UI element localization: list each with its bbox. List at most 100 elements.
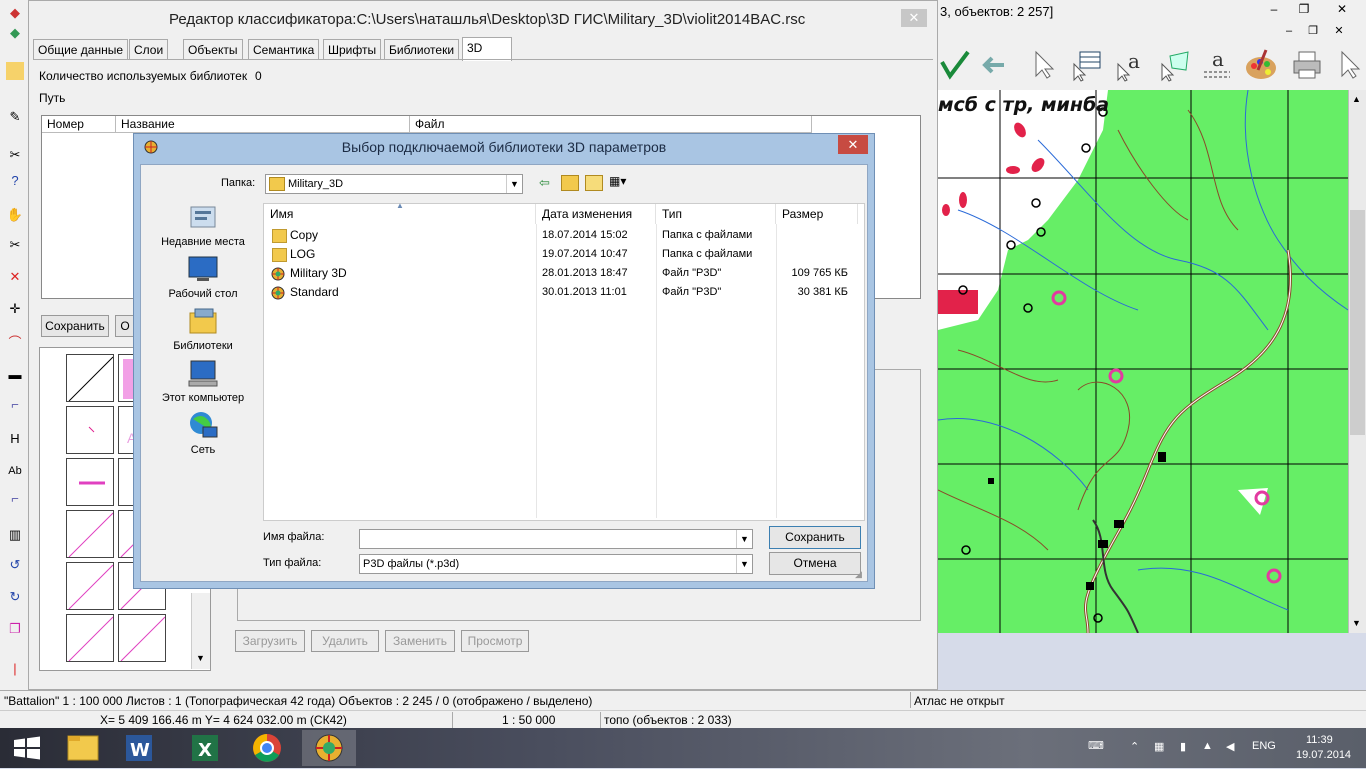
editor-save-button[interactable]: Сохранить [41,315,109,337]
doc-minimize-icon[interactable]: – [1276,22,1302,42]
col-type-header[interactable]: Тип [656,204,776,224]
file-explorer-icon[interactable] [56,730,110,766]
replace-button[interactable]: Заменить [385,630,455,652]
hand-icon[interactable]: ✋ [6,206,24,224]
dialog-close-icon[interactable]: ✕ [838,135,868,154]
volume-icon[interactable]: ◀ [1226,740,1234,753]
scroll-thumb[interactable] [1350,210,1365,435]
gis-app-taskbar-icon[interactable] [302,730,356,766]
layers-icon[interactable]: ❐ [6,620,24,638]
curve-icon[interactable]: ⌒ [6,334,24,352]
col-date-header[interactable]: Дата изменения [536,204,656,224]
sample-cell[interactable] [118,614,166,662]
sample-cell[interactable] [66,614,114,662]
cut-icon[interactable]: ✂ [6,236,24,254]
text-list-icon[interactable]: a [1200,47,1234,82]
network-icon[interactable]: ▦ [1154,740,1164,753]
dialog-cancel-button[interactable]: Отмена [769,552,861,575]
tab-general[interactable]: Общие данные [33,39,129,60]
tab-libraries[interactable]: Библиотеки [384,39,460,60]
select-text-icon[interactable]: a [1114,48,1148,82]
col-name[interactable]: Название [116,116,410,133]
view-menu-icon[interactable]: ▦▾ [609,174,626,188]
sample-cell[interactable] [66,458,114,506]
load-button[interactable]: Загрузить [235,630,305,652]
sample-cell[interactable] [66,510,114,558]
h-letter-icon[interactable]: H [6,430,24,448]
clock-time[interactable]: 11:39 [1306,734,1333,746]
select-polygon-icon[interactable] [1158,48,1192,82]
folder-icon[interactable] [6,62,24,80]
checkmark-icon[interactable] [938,48,972,82]
sample-cell[interactable] [66,562,114,610]
doc-restore-icon[interactable]: ❐ [1300,22,1326,42]
wifi-icon[interactable]: ▲ [1202,740,1213,752]
text-tool-icon[interactable]: Ab [6,462,24,480]
file-row[interactable]: Standard 30.01.2013 11:01 Файл "P3D" 30 … [264,283,862,302]
filename-input[interactable]: ▼ [359,529,753,549]
cursor-icon[interactable] [1026,48,1060,82]
map-vertical-scrollbar[interactable]: ▲ ▼ [1348,90,1366,633]
windows-start-icon[interactable] [0,730,54,766]
file-row[interactable]: LOG 19.07.2014 10:47 Папка с файлами [264,245,862,264]
preview-button[interactable]: Просмотр [461,630,529,652]
place-desktop[interactable]: Рабочий стол [151,253,255,300]
scissors-icon[interactable]: ✂ [6,146,24,164]
tab-fonts[interactable]: Шрифты [323,39,382,60]
doc-close-icon[interactable]: ✕ [1326,22,1352,42]
editor-close-icon[interactable]: ✕ [901,9,927,27]
scroll-down-icon[interactable]: ▼ [196,653,205,663]
excel-icon[interactable]: X [178,730,232,766]
col-number[interactable]: Номер [42,116,116,133]
pointer-icon[interactable] [1332,48,1366,82]
col-size-header[interactable]: Размер [776,204,858,224]
close-icon[interactable]: ✕ [1320,0,1364,20]
move-icon[interactable]: ✛ [6,300,24,318]
delete-icon[interactable]: ✕ [6,268,24,286]
map-canvas[interactable]: мсб с тр, минба [938,90,1348,633]
tab-3d[interactable]: 3D [462,37,512,61]
paint-icon[interactable]: ⌐ [6,490,24,508]
scroll-up-icon[interactable]: ▲ [1352,94,1361,104]
language-indicator[interactable]: ENG [1252,740,1276,752]
chart-icon[interactable]: ▥ [6,526,24,544]
tab-layers[interactable]: Слои [129,39,169,60]
col-file[interactable]: Файл [410,116,812,133]
sample-cell[interactable] [66,406,114,454]
question-icon[interactable]: ? [6,172,24,190]
dialog-save-button[interactable]: Сохранить [769,526,861,549]
undo-arrow-icon[interactable] [976,48,1010,82]
filetype-select[interactable]: P3D файлы (*.p3d) ▼ [359,554,753,574]
place-computer[interactable]: Этот компьютер [151,357,255,404]
ruler-icon[interactable]: ▬ [6,366,24,384]
brush-icon[interactable]: ⌐ [6,396,24,414]
keyboard-icon[interactable]: ⌨ [1088,739,1104,752]
folder-select[interactable]: Military_3D ▼ [265,174,523,194]
file-row[interactable]: Military 3D 28.01.2013 18:47 Файл "P3D" … [264,264,862,283]
printer-icon[interactable] [1290,48,1324,82]
word-icon[interactable]: W [112,730,166,766]
back-arrow-icon[interactable]: ⇦ [539,175,550,191]
place-libraries[interactable]: Библиотеки [151,305,255,352]
scroll-down-icon[interactable]: ▼ [1352,618,1361,628]
delete-button[interactable]: Удалить [311,630,379,652]
pencil-icon[interactable]: ✎ [6,108,24,126]
resize-grip-icon[interactable]: ◢ [855,569,862,580]
tab-objects[interactable]: Объекты [183,39,243,60]
stop-icon[interactable]: | [6,660,24,678]
editor-other-button[interactable]: О [115,315,135,337]
battery-icon[interactable]: ▮ [1180,740,1186,753]
clock-date[interactable]: 19.07.2014 [1296,749,1351,761]
up-folder-icon[interactable] [561,175,579,191]
palette-icon[interactable] [1244,48,1278,82]
place-network[interactable]: Сеть [151,409,255,456]
rotate-icon[interactable]: ↺ [6,556,24,574]
select-table-icon[interactable] [1070,48,1104,82]
refresh-icon[interactable]: ↻ [6,588,24,606]
tab-semantics[interactable]: Семантика [248,39,320,60]
sample-cell[interactable] [66,354,114,402]
tray-up-icon[interactable]: ⌃ [1130,740,1139,753]
file-list[interactable]: Имя ▲ Дата изменения Тип Размер Copy 18.… [263,201,865,521]
sample-grid-scrollbar[interactable]: ▼ [191,593,210,669]
restore-icon[interactable]: ❐ [1290,0,1318,20]
